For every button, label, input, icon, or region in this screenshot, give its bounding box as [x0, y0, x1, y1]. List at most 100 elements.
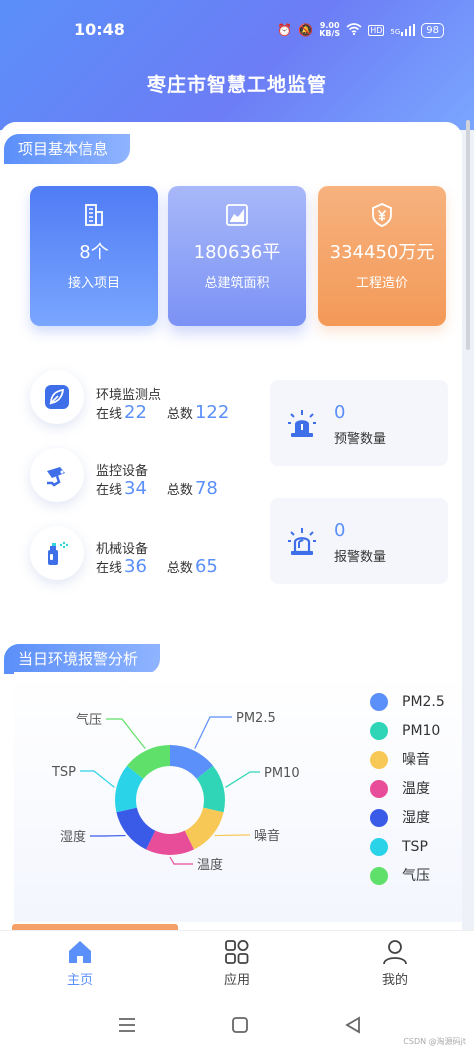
page-title: 枣庄市智慧工地监管 — [146, 74, 327, 96]
stat-value: 334450万元 — [329, 242, 435, 263]
mute-icon: 🔕 — [298, 23, 314, 37]
warning-light-icon — [288, 410, 316, 437]
device-name-env: 环境监测点 — [96, 388, 162, 403]
legend-label: 噪音 — [402, 752, 430, 768]
stat-card-projects[interactable]: 8个 接入项目 — [30, 186, 158, 326]
watermark: CSDN @淘源码jt — [403, 1037, 466, 1046]
nav-home[interactable]: 主页 — [40, 939, 120, 988]
legend-dot — [370, 751, 388, 769]
user-icon — [383, 940, 407, 965]
alarm-clock-icon: ⏰ — [277, 23, 293, 37]
device-stats-camera: 在线 34 总数 78 — [96, 478, 220, 499]
alarm-label: 报警数量 — [334, 550, 387, 565]
warning-count-box[interactable]: 0 预警数量 — [270, 380, 448, 466]
leaf-icon — [45, 385, 69, 409]
area-chart-icon — [226, 204, 248, 226]
legend-label: 气压 — [402, 868, 430, 884]
nav-label: 主页 — [66, 973, 93, 988]
env-alarm-chart-area: PM2.5 PM10 噪音 温度 湿度 TSP 气压 — [14, 672, 462, 922]
menu-icon[interactable] — [117, 1017, 137, 1033]
machine-icon-badge — [30, 526, 84, 580]
stat-card-cost[interactable]: 334450万元 工程造价 — [318, 186, 446, 326]
speed-unit: KB/S — [319, 29, 341, 38]
section-title-project-info: 项目基本信息 — [4, 134, 131, 164]
scrollbar-thumb[interactable] — [466, 120, 470, 350]
status-time: 10:48 — [74, 20, 125, 39]
warning-count: 0 — [334, 402, 346, 423]
legend-dot — [370, 809, 388, 827]
leader-line-6 — [106, 718, 146, 750]
online-count: 36 — [124, 556, 147, 577]
total-count: 65 — [194, 556, 218, 577]
apps-icon — [225, 940, 249, 964]
legend-label: PM2.5 — [402, 694, 445, 710]
home-square-icon[interactable] — [231, 1016, 249, 1034]
net-type: 5G — [390, 28, 401, 36]
online-label: 在线 — [96, 407, 123, 422]
slice-label-3: 温度 — [197, 857, 223, 873]
total-count: 122 — [194, 402, 230, 423]
alarm-light-icon — [288, 528, 316, 555]
legend-dot — [370, 722, 388, 740]
total-label: 总数 — [166, 561, 193, 576]
slice-label-0: PM2.5 — [236, 711, 276, 726]
leader-line-3 — [169, 856, 193, 865]
stat-value: 180636平 — [193, 242, 281, 263]
legend-dot — [370, 780, 388, 798]
status-bar: 10:48 ⏰ 🔕 9.00 KB/S HD 5G 98 — [0, 18, 474, 46]
stat-label: 总建筑面积 — [204, 276, 270, 291]
legend-label: TSP — [402, 839, 428, 855]
total-label: 总数 — [166, 483, 193, 498]
alarm-count: 0 — [334, 520, 346, 541]
warning-label: 预警数量 — [334, 432, 387, 447]
device-stats-env: 在线 22 总数 122 — [96, 402, 231, 423]
device-name-machine: 机械设备 — [96, 542, 149, 557]
online-count: 34 — [124, 478, 147, 499]
back-icon[interactable] — [344, 1016, 362, 1034]
device-stats-machine: 在线 36 总数 65 — [96, 556, 220, 577]
online-label: 在线 — [96, 561, 123, 576]
env-alarm-donut-chart: PM2.5 PM10 噪音温度 湿度 TSP 气压 — [51, 711, 300, 873]
leader-line-5 — [80, 770, 115, 788]
stat-value: 8个 — [79, 242, 109, 263]
camera-icon — [47, 467, 65, 487]
total-label: 总数 — [166, 407, 193, 422]
total-count: 78 — [194, 478, 218, 499]
legend-dot — [370, 867, 388, 885]
leader-line-1 — [225, 771, 260, 788]
network-speed: 9.00 KB/S — [319, 22, 340, 38]
battery-indicator: 98 — [421, 22, 444, 38]
stat-label: 接入项目 — [67, 276, 120, 291]
nav-profile[interactable]: 我的 — [355, 939, 435, 988]
slice-label-2: 噪音 — [254, 828, 280, 844]
home-icon — [69, 941, 91, 963]
legend-dot — [370, 693, 388, 711]
camera-icon-badge — [30, 448, 84, 502]
slice-label-5: TSP — [51, 765, 76, 780]
dashboard-card[interactable]: 项目基本信息 8个 接入项目 180636平 总建筑面积 334450万元 工程… — [0, 122, 462, 930]
status-icons: ⏰ 🔕 9.00 KB/S HD 5G 98 — [277, 22, 444, 38]
alarm-count-box[interactable]: 0 报警数量 — [270, 498, 448, 584]
online-label: 在线 — [96, 483, 123, 498]
stat-label: 工程造价 — [355, 276, 408, 291]
spray-icon — [48, 541, 69, 565]
system-nav-bar: CSDN @淘源码jt — [0, 1000, 474, 1053]
hd-badge: HD — [368, 24, 385, 36]
leader-line-2 — [214, 834, 250, 837]
legend-label: 温度 — [402, 781, 430, 797]
stat-card-area[interactable]: 180636平 总建筑面积 — [168, 186, 306, 326]
legend-label: 湿度 — [402, 810, 430, 826]
leader-line-0 — [194, 716, 232, 749]
section-title-env-alarm: 当日环境报警分析 — [4, 644, 161, 674]
bottom-nav: 主页 应用 我的 — [0, 930, 474, 1000]
money-shield-icon — [372, 203, 392, 227]
slice-label-4: 湿度 — [60, 829, 86, 845]
nav-apps[interactable]: 应用 — [197, 939, 277, 988]
slice-label-6: 气压 — [76, 712, 102, 728]
online-count: 22 — [124, 402, 147, 423]
env-monitor-icon-badge — [30, 370, 84, 424]
signal-icon: 5G — [390, 24, 416, 36]
nav-label: 我的 — [381, 973, 408, 988]
legend-label: PM10 — [402, 723, 441, 739]
building-icon — [85, 204, 103, 226]
